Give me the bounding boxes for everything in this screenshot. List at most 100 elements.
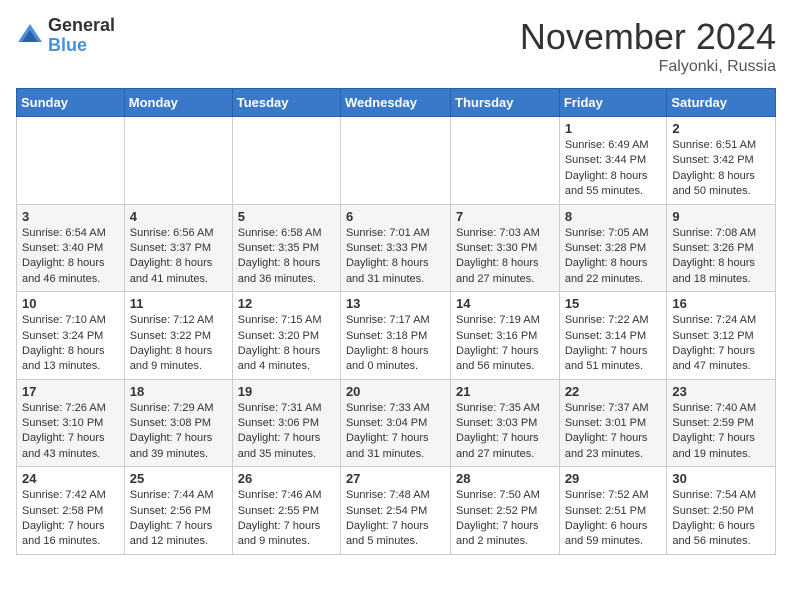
calendar-cell: 29 Sunrise: 7:52 AMSunset: 2:51 PMDayligh… <box>559 467 667 555</box>
day-info: Sunrise: 7:05 AMSunset: 3:28 PMDaylight:… <box>565 226 662 288</box>
calendar-week-row: 10 Sunrise: 7:10 AMSunset: 3:24 PMDayligh… <box>17 292 776 380</box>
day-info: Sunrise: 7:44 AMSunset: 2:56 PMDaylight:… <box>130 488 227 550</box>
day-number: 18 <box>130 384 227 399</box>
day-number: 7 <box>456 209 554 224</box>
day-info: Sunrise: 7:17 AMSunset: 3:18 PMDaylight:… <box>346 313 445 375</box>
day-number: 8 <box>565 209 662 224</box>
calendar-cell: 28Sunrise: 7:50 AMSunset: 2:52 PMDayligh… <box>451 467 560 555</box>
title-block: November 2024 Falyonki, Russia <box>520 16 776 76</box>
day-info: Sunrise: 7:08 AMSunset: 3:26 PMDaylight:… <box>672 226 770 288</box>
day-number: 3 <box>22 209 119 224</box>
calendar-cell: 15 Sunrise: 7:22 AMSunset: 3:14 PMDayligh… <box>559 292 667 380</box>
logo-icon <box>16 22 44 50</box>
day-number: 28 <box>456 471 554 486</box>
calendar-cell: 22 Sunrise: 7:37 AMSunset: 3:01 PMDayligh… <box>559 379 667 467</box>
calendar-cell: 2Sunrise: 6:51 AMSunset: 3:42 PMDaylight… <box>667 117 776 205</box>
calendar-cell <box>124 117 232 205</box>
day-number: 14 <box>456 296 554 311</box>
day-info: Sunrise: 7:26 AMSunset: 3:10 PMDaylight:… <box>22 401 119 463</box>
column-header-saturday: Saturday <box>667 89 776 117</box>
day-number: 29 <box>565 471 662 486</box>
calendar-cell: 17 Sunrise: 7:26 AMSunset: 3:10 PMDayligh… <box>17 379 125 467</box>
day-info: Sunrise: 7:29 AMSunset: 3:08 PMDaylight:… <box>130 401 227 463</box>
calendar-cell: 16 Sunrise: 7:24 AMSunset: 3:12 PMDayligh… <box>667 292 776 380</box>
calendar-cell: 5 Sunrise: 6:58 AMSunset: 3:35 PMDaylight… <box>232 204 340 292</box>
calendar-cell: 13 Sunrise: 7:17 AMSunset: 3:18 PMDayligh… <box>340 292 450 380</box>
column-header-monday: Monday <box>124 89 232 117</box>
calendar-week-row: 17 Sunrise: 7:26 AMSunset: 3:10 PMDayligh… <box>17 379 776 467</box>
day-info: Sunrise: 7:03 AMSunset: 3:30 PMDaylight:… <box>456 226 554 288</box>
day-number: 21 <box>456 384 554 399</box>
logo-blue-text: Blue <box>48 36 115 56</box>
calendar-cell: 9 Sunrise: 7:08 AMSunset: 3:26 PMDaylight… <box>667 204 776 292</box>
calendar-week-row: 1 Sunrise: 6:49 AMSunset: 3:44 PMDaylight… <box>17 117 776 205</box>
day-number: 9 <box>672 209 770 224</box>
calendar-cell: 26 Sunrise: 7:46 AMSunset: 2:55 PMDayligh… <box>232 467 340 555</box>
location-label: Falyonki, Russia <box>520 58 776 76</box>
calendar-cell: 21Sunrise: 7:35 AMSunset: 3:03 PMDayligh… <box>451 379 560 467</box>
column-header-wednesday: Wednesday <box>340 89 450 117</box>
day-number: 20 <box>346 384 445 399</box>
calendar-cell: 23Sunrise: 7:40 AMSunset: 2:59 PMDayligh… <box>667 379 776 467</box>
day-info: Sunrise: 7:24 AMSunset: 3:12 PMDaylight:… <box>672 313 770 375</box>
calendar-table: SundayMondayTuesdayWednesdayThursdayFrid… <box>16 88 776 555</box>
calendar-cell <box>451 117 560 205</box>
calendar-cell: 10 Sunrise: 7:10 AMSunset: 3:24 PMDayligh… <box>17 292 125 380</box>
day-info: Sunrise: 6:49 AMSunset: 3:44 PMDaylight:… <box>565 138 662 200</box>
calendar-cell: 25 Sunrise: 7:44 AMSunset: 2:56 PMDayligh… <box>124 467 232 555</box>
day-number: 13 <box>346 296 445 311</box>
calendar-cell: 11 Sunrise: 7:12 AMSunset: 3:22 PMDayligh… <box>124 292 232 380</box>
logo: General Blue <box>16 16 115 56</box>
calendar-week-row: 3 Sunrise: 6:54 AMSunset: 3:40 PMDaylight… <box>17 204 776 292</box>
day-number: 5 <box>238 209 335 224</box>
calendar-cell <box>17 117 125 205</box>
day-number: 12 <box>238 296 335 311</box>
day-info: Sunrise: 7:46 AMSunset: 2:55 PMDaylight:… <box>238 488 335 550</box>
day-number: 23 <box>672 384 770 399</box>
day-info: Sunrise: 7:15 AMSunset: 3:20 PMDaylight:… <box>238 313 335 375</box>
day-number: 25 <box>130 471 227 486</box>
day-number: 16 <box>672 296 770 311</box>
calendar-cell: 19 Sunrise: 7:31 AMSunset: 3:06 PMDayligh… <box>232 379 340 467</box>
calendar-cell: 8 Sunrise: 7:05 AMSunset: 3:28 PMDaylight… <box>559 204 667 292</box>
calendar-header-row: SundayMondayTuesdayWednesdayThursdayFrid… <box>17 89 776 117</box>
calendar-cell <box>340 117 450 205</box>
day-info: Sunrise: 7:10 AMSunset: 3:24 PMDaylight:… <box>22 313 119 375</box>
day-number: 26 <box>238 471 335 486</box>
day-number: 4 <box>130 209 227 224</box>
day-info: Sunrise: 6:51 AMSunset: 3:42 PMDaylight:… <box>672 138 770 200</box>
day-info: Sunrise: 6:54 AMSunset: 3:40 PMDaylight:… <box>22 226 119 288</box>
calendar-cell: 18 Sunrise: 7:29 AMSunset: 3:08 PMDayligh… <box>124 379 232 467</box>
column-header-thursday: Thursday <box>451 89 560 117</box>
column-header-friday: Friday <box>559 89 667 117</box>
day-number: 24 <box>22 471 119 486</box>
day-info: Sunrise: 7:52 AMSunset: 2:51 PMDaylight:… <box>565 488 662 550</box>
day-number: 22 <box>565 384 662 399</box>
day-info: Sunrise: 7:54 AMSunset: 2:50 PMDaylight:… <box>672 488 770 550</box>
day-number: 17 <box>22 384 119 399</box>
calendar-week-row: 24Sunrise: 7:42 AMSunset: 2:58 PMDayligh… <box>17 467 776 555</box>
day-number: 1 <box>565 121 662 136</box>
day-info: Sunrise: 6:58 AMSunset: 3:35 PMDaylight:… <box>238 226 335 288</box>
page-header: General Blue November 2024 Falyonki, Rus… <box>16 16 776 76</box>
day-info: Sunrise: 7:37 AMSunset: 3:01 PMDaylight:… <box>565 401 662 463</box>
day-info: Sunrise: 7:22 AMSunset: 3:14 PMDaylight:… <box>565 313 662 375</box>
day-info: Sunrise: 7:12 AMSunset: 3:22 PMDaylight:… <box>130 313 227 375</box>
calendar-cell: 14Sunrise: 7:19 AMSunset: 3:16 PMDayligh… <box>451 292 560 380</box>
calendar-cell: 30 Sunrise: 7:54 AMSunset: 2:50 PMDayligh… <box>667 467 776 555</box>
calendar-cell: 4 Sunrise: 6:56 AMSunset: 3:37 PMDaylight… <box>124 204 232 292</box>
day-info: Sunrise: 7:31 AMSunset: 3:06 PMDaylight:… <box>238 401 335 463</box>
day-info: Sunrise: 7:48 AMSunset: 2:54 PMDaylight:… <box>346 488 445 550</box>
day-info: Sunrise: 7:01 AMSunset: 3:33 PMDaylight:… <box>346 226 445 288</box>
day-number: 19 <box>238 384 335 399</box>
day-number: 10 <box>22 296 119 311</box>
calendar-cell: 7 Sunrise: 7:03 AMSunset: 3:30 PMDaylight… <box>451 204 560 292</box>
column-header-tuesday: Tuesday <box>232 89 340 117</box>
day-number: 30 <box>672 471 770 486</box>
day-number: 6 <box>346 209 445 224</box>
day-info: Sunrise: 6:56 AMSunset: 3:37 PMDaylight:… <box>130 226 227 288</box>
day-number: 27 <box>346 471 445 486</box>
day-number: 15 <box>565 296 662 311</box>
day-number: 11 <box>130 296 227 311</box>
calendar-cell: 1 Sunrise: 6:49 AMSunset: 3:44 PMDaylight… <box>559 117 667 205</box>
